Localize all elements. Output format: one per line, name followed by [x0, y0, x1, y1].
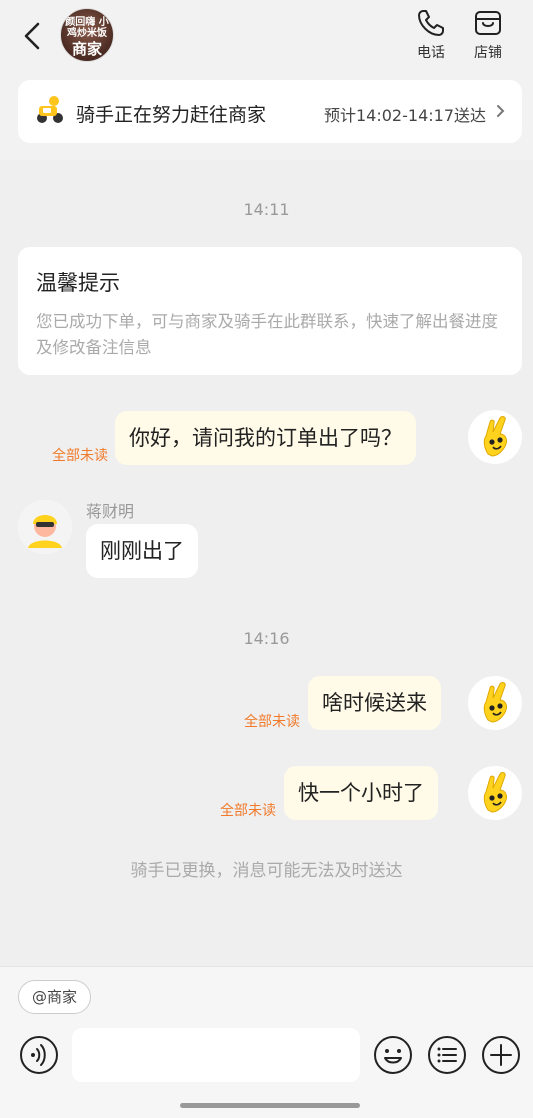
- delivery-status-text: 骑手正在努力赶往商家: [76, 104, 267, 126]
- store-icon: [475, 11, 501, 35]
- timestamp: 14:16: [243, 629, 290, 648]
- my-avatar[interactable]: [468, 676, 522, 730]
- emoji-icon: [374, 1036, 412, 1074]
- sender-name: 蒋财明: [86, 502, 135, 521]
- unread-status: 全部未读: [220, 803, 276, 819]
- delivery-status-card[interactable]: 骑手正在努力赶往商家 预计14:02-14:17送达: [18, 80, 522, 143]
- outgoing-message[interactable]: 快一个小时了: [284, 766, 438, 820]
- store-label: 店铺: [474, 45, 502, 61]
- kangaroo-hand-icon: [483, 772, 507, 813]
- tip-body: 您已成功下单，可与商家及骑手在此群联系，快速了解出餐进度及修改备注信息: [36, 312, 498, 357]
- plus-icon: [482, 1036, 520, 1074]
- shop-avatar[interactable]: 颜回嗨 小鸡炒米饭 商家: [60, 8, 114, 62]
- unread-status: 全部未读: [52, 448, 108, 464]
- more-button[interactable]: [481, 1035, 521, 1075]
- delivery-eta: 预计14:02-14:17送达: [324, 106, 486, 125]
- outgoing-message[interactable]: 你好，请问我的订单出了吗？: [115, 411, 416, 465]
- voice-icon: [20, 1036, 58, 1074]
- kangaroo-hand-icon: [483, 416, 507, 457]
- chevron-right-icon: [497, 105, 505, 117]
- phone-button[interactable]: 电话: [408, 8, 454, 62]
- timestamp: 14:11: [243, 200, 290, 219]
- quick-reply-button[interactable]: [427, 1035, 467, 1075]
- rider-avatar-icon: [18, 500, 72, 554]
- emoji-button[interactable]: [373, 1035, 413, 1075]
- tip-card: 温馨提示 您已成功下单，可与商家及骑手在此群联系，快速了解出餐进度及修改备注信息: [18, 247, 522, 375]
- phone-icon: [418, 10, 444, 36]
- rider-avatar[interactable]: [18, 500, 72, 554]
- chat-header: 颜回嗨 小鸡炒米饭 商家 电话 店铺 骑手正在努力赶往商家 预计14:02-14…: [0, 0, 533, 160]
- back-button[interactable]: [18, 20, 48, 52]
- incoming-message[interactable]: 刚刚出了: [86, 524, 198, 578]
- unread-status: 全部未读: [244, 714, 300, 730]
- voice-button[interactable]: [19, 1035, 59, 1075]
- mention-chip[interactable]: @商家: [18, 980, 92, 1014]
- back-arrow-icon: [24, 22, 40, 50]
- tip-title: 温馨提示: [36, 271, 120, 295]
- input-area: @商家: [0, 966, 533, 1118]
- shop-label: 商家: [71, 40, 102, 58]
- my-avatar[interactable]: [468, 766, 522, 820]
- system-note: 骑手已更换，消息可能无法及时送达: [130, 861, 403, 881]
- outgoing-message[interactable]: 啥时候送来: [308, 676, 441, 730]
- home-indicator: [180, 1103, 360, 1108]
- kangaroo-hand-icon: [483, 682, 507, 723]
- store-button[interactable]: 店铺: [465, 8, 511, 62]
- message-input[interactable]: [72, 1028, 360, 1082]
- shop-logo-text: 颜回嗨 小鸡炒米饭: [65, 17, 109, 39]
- my-avatar[interactable]: [468, 410, 522, 464]
- phone-label: 电话: [417, 45, 445, 61]
- scooter-icon: [37, 96, 63, 123]
- quick-reply-icon: [428, 1036, 466, 1074]
